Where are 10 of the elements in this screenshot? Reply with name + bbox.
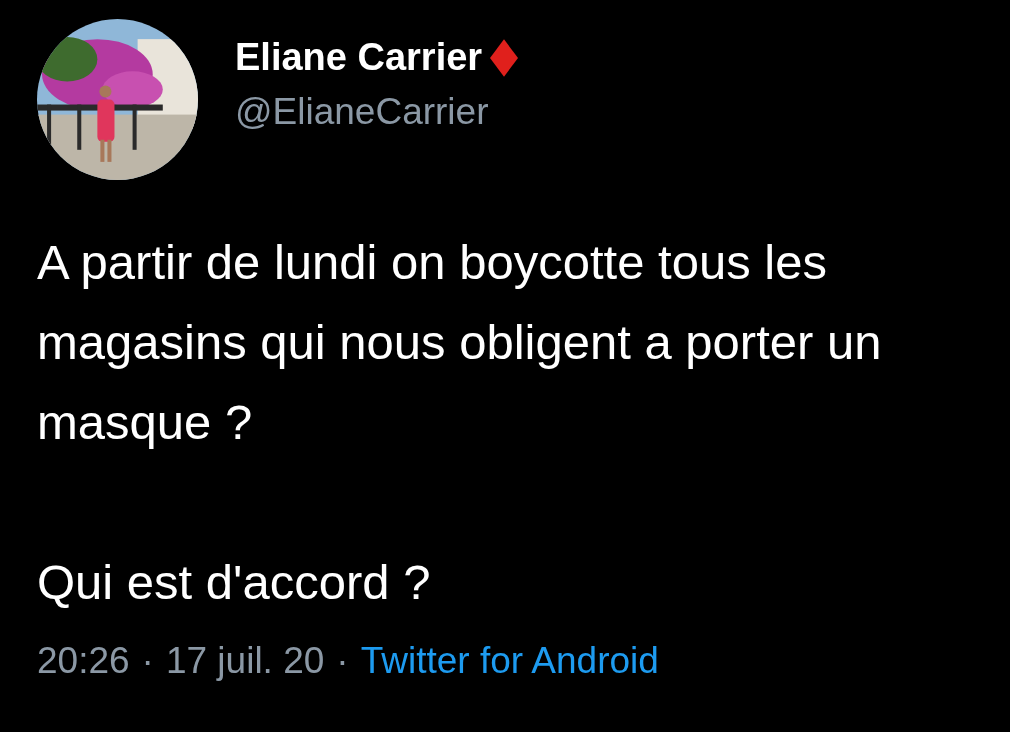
separator-dot: · [141,640,154,682]
author-handle[interactable]: @ElianeCarrier [235,91,519,133]
timestamp: 20:26 [37,640,130,682]
separator-dot: · [336,640,349,682]
timestamp: 17 juil. 20 [165,640,325,682]
tweet-text: Qui est d'accord ? [37,554,432,611]
diamond-icon [490,38,519,77]
tweet-text: A partir de lundi on boycotte tous les magasins qui nous obligent a porter un masque ? [37,234,883,451]
author-name[interactable]: Eliane Carrier [235,36,483,79]
source-link[interactable]: Twitter for Android [360,640,659,682]
